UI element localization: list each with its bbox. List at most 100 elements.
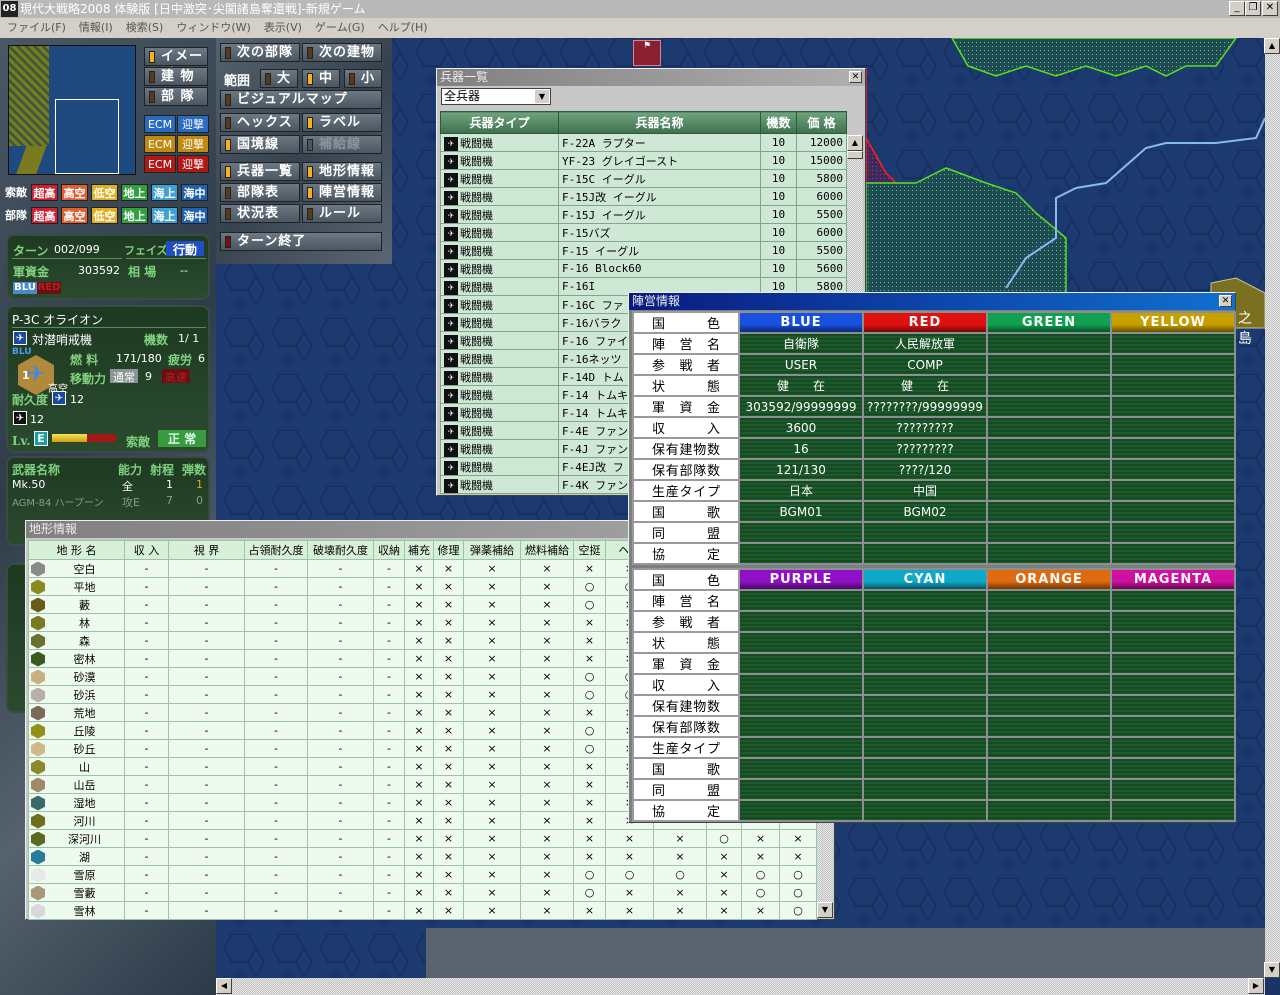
move-mode-fast[interactable]: 高速 xyxy=(162,369,190,384)
image-toggle[interactable]: イメージ xyxy=(144,47,208,81)
search-filter-1[interactable]: 高空 xyxy=(61,184,88,201)
menu-help[interactable]: ヘルプ(H) xyxy=(375,18,438,38)
chevron-down-icon[interactable]: ▼ xyxy=(535,90,549,103)
unit-filter-4[interactable]: 海上 xyxy=(151,207,178,224)
menu-view[interactable]: 表示(V) xyxy=(261,18,312,38)
intercept-button[interactable]: 迎撃 xyxy=(177,135,209,153)
map-horizontal-scrollbar[interactable] xyxy=(216,978,1265,995)
ecm-button[interactable]: ECM xyxy=(144,115,176,133)
weapon-row-name[interactable]: Mk.50 xyxy=(12,478,45,491)
scroll-down-button[interactable]: ▼ xyxy=(1264,962,1280,978)
terrain-col-header[interactable]: 燃料補給 xyxy=(520,540,574,560)
scroll-up-button[interactable]: ▲ xyxy=(847,135,863,151)
weapon-list-row[interactable]: ✈ 戦闘機 F-15J イーグル 10 5500 xyxy=(440,205,847,224)
scroll-thumb[interactable] xyxy=(847,151,863,159)
ecm-button[interactable]: ECM xyxy=(144,135,176,153)
unit-filter-1[interactable]: 高空 xyxy=(61,207,88,224)
terrain-col-header[interactable]: 収納 xyxy=(373,540,405,560)
next-unit-button[interactable]: 次の部隊 xyxy=(220,43,300,62)
terrain-col-header[interactable]: 占領耐久度 xyxy=(244,540,308,560)
col-price[interactable]: 価 格 xyxy=(796,111,847,134)
weapon-filter-select[interactable]: 全兵器 ▼ xyxy=(441,88,551,105)
restore-button[interactable]: ❐ xyxy=(1245,1,1261,16)
scroll-left-button[interactable]: ◀ xyxy=(216,978,232,994)
move-mode-normal[interactable]: 通常 xyxy=(110,369,138,384)
terrain-col-header[interactable]: 補充 xyxy=(404,540,434,560)
terrain-col-header[interactable]: 視 界 xyxy=(168,540,245,560)
menu-file[interactable]: ファイル(F) xyxy=(4,18,76,38)
terrain-row[interactable]: 雪原 - - - - - × × × × ○ ○ ○ × ○ ○ xyxy=(28,865,817,884)
terrain-row[interactable]: 雪藪 - - - - - × × × × ○ × × × ○ ○ xyxy=(28,883,817,902)
menu-window[interactable]: ウィンドウ(W) xyxy=(173,18,260,38)
border-toggle[interactable]: 国境線 xyxy=(220,135,300,154)
menu-game[interactable]: ゲーム(G) xyxy=(312,18,375,38)
minimap[interactable] xyxy=(8,45,136,175)
end-turn-button[interactable]: ターン終了 xyxy=(220,232,382,251)
weapon-list-row[interactable]: ✈ 戦闘機 F-16 Block60 10 5600 xyxy=(440,259,847,278)
terrain-row[interactable]: 湖 - - - - - × × × × × × × × × × xyxy=(28,847,817,866)
status-table-button[interactable]: 状況表 xyxy=(220,204,300,223)
unit-toggle[interactable]: 部 隊 xyxy=(144,87,208,106)
search-filter-3[interactable]: 地上 xyxy=(121,184,148,201)
unit-filter-0[interactable]: 超高 xyxy=(31,207,58,224)
close-button[interactable]: ✕ xyxy=(1262,1,1278,16)
terrain-col-header[interactable]: 地 形 名 xyxy=(28,540,125,560)
weapon-list-row[interactable]: ✈ 戦闘機 YF-23 グレイゴースト 10 15000 xyxy=(440,151,847,170)
col-weapon-type[interactable]: 兵器タイプ xyxy=(440,111,559,134)
supply-line-toggle[interactable]: 補給線 xyxy=(302,135,382,154)
faction-info-button[interactable]: 陣営情報 xyxy=(302,183,382,202)
visual-map-button[interactable]: ビジュアルマップ xyxy=(220,90,382,109)
terrain-col-header[interactable]: 修理 xyxy=(433,540,464,560)
map-unit-icon[interactable]: ⚑ xyxy=(633,40,661,66)
range-medium-button[interactable]: 中 xyxy=(302,69,340,88)
unit-table-button[interactable]: 部隊表 xyxy=(220,183,300,202)
terrain-row[interactable]: 雪林 - - - - - × × × × × × × × × ○ xyxy=(28,901,817,920)
unit-filter-3[interactable]: 地上 xyxy=(121,207,148,224)
map-vertical-scrollbar[interactable] xyxy=(1265,38,1280,978)
range-large-button[interactable]: 大 xyxy=(260,69,298,88)
hex-toggle[interactable]: ヘックス xyxy=(220,113,300,132)
scroll-down-button[interactable]: ▼ xyxy=(817,902,833,918)
terrain-info-button[interactable]: 地形情報 xyxy=(302,162,382,181)
weapons-list-close-button[interactable]: ✕ xyxy=(849,71,862,83)
faction-value-cell: 中国 xyxy=(862,479,988,502)
range-small-button[interactable]: 小 xyxy=(344,69,382,88)
minimize-button[interactable]: _ xyxy=(1229,1,1245,16)
building-toggle[interactable]: 建 物 xyxy=(144,67,208,86)
search-filter-5[interactable]: 海中 xyxy=(181,184,208,201)
scroll-up-button[interactable]: ▲ xyxy=(1264,38,1280,54)
scroll-right-button[interactable]: ▶ xyxy=(1248,978,1264,994)
intercept-button[interactable]: 迎撃 xyxy=(177,115,209,133)
weapons-list-titlebar[interactable]: 兵器一覧 ✕ xyxy=(437,69,865,86)
terrain-col-header[interactable]: 空挺 xyxy=(573,540,606,560)
menu-info[interactable]: 情報(I) xyxy=(76,18,123,38)
unit-filter-2[interactable]: 低空 xyxy=(91,207,118,224)
faction-info-titlebar[interactable]: 陣営情報 ✕ xyxy=(629,293,1235,310)
terrain-col-header[interactable]: 弾薬補給 xyxy=(463,540,521,560)
next-building-button[interactable]: 次の建物 xyxy=(302,43,382,62)
weapon-list-row[interactable]: ✈ 戦闘機 F-15J改 イーグル 10 6000 xyxy=(440,187,847,206)
col-weapon-name[interactable]: 兵器名称 xyxy=(558,111,761,134)
search-filter-0[interactable]: 超高 xyxy=(31,184,58,201)
ecm-button[interactable]: ECM xyxy=(144,155,176,173)
menu-search[interactable]: 検索(S) xyxy=(123,18,174,38)
weapon-list-row[interactable]: ✈ 戦闘機 F-15C イーグル 10 5800 xyxy=(440,169,847,188)
weapon-row-name[interactable]: AGM-84 ハープーン xyxy=(12,494,103,509)
search-filter-2[interactable]: 低空 xyxy=(91,184,118,201)
faction-info-close-button[interactable]: ✕ xyxy=(1219,295,1232,307)
weapon-list-row[interactable]: ✈ 戦闘機 F-22A ラプター 10 12000 xyxy=(440,133,847,152)
label-toggle[interactable]: ラベル xyxy=(302,113,382,132)
unit-filter-5[interactable]: 海中 xyxy=(181,207,208,224)
weapons-list-button[interactable]: 兵器一覧 xyxy=(220,162,300,181)
search-filter-4[interactable]: 海上 xyxy=(151,184,178,201)
weapon-list-row[interactable]: ✈ 戦闘機 F-15 イーグル 10 5500 xyxy=(440,241,847,260)
terrain-col-header[interactable]: 収 入 xyxy=(124,540,169,560)
weapon-list-row[interactable]: ✈ 戦闘機 F-15バズ 10 6000 xyxy=(440,223,847,242)
terrain-col-header[interactable]: 破壊耐久度 xyxy=(307,540,374,560)
terrain-value-cell: - xyxy=(244,595,308,614)
rules-button[interactable]: ルール xyxy=(302,204,382,223)
col-count[interactable]: 機数 xyxy=(760,111,797,134)
terrain-row[interactable]: 深河川 - - - - - × × × × × × × ○ × × xyxy=(28,829,817,848)
intercept-button[interactable]: 迎撃 xyxy=(177,155,209,173)
minimap-viewport[interactable] xyxy=(55,99,119,174)
